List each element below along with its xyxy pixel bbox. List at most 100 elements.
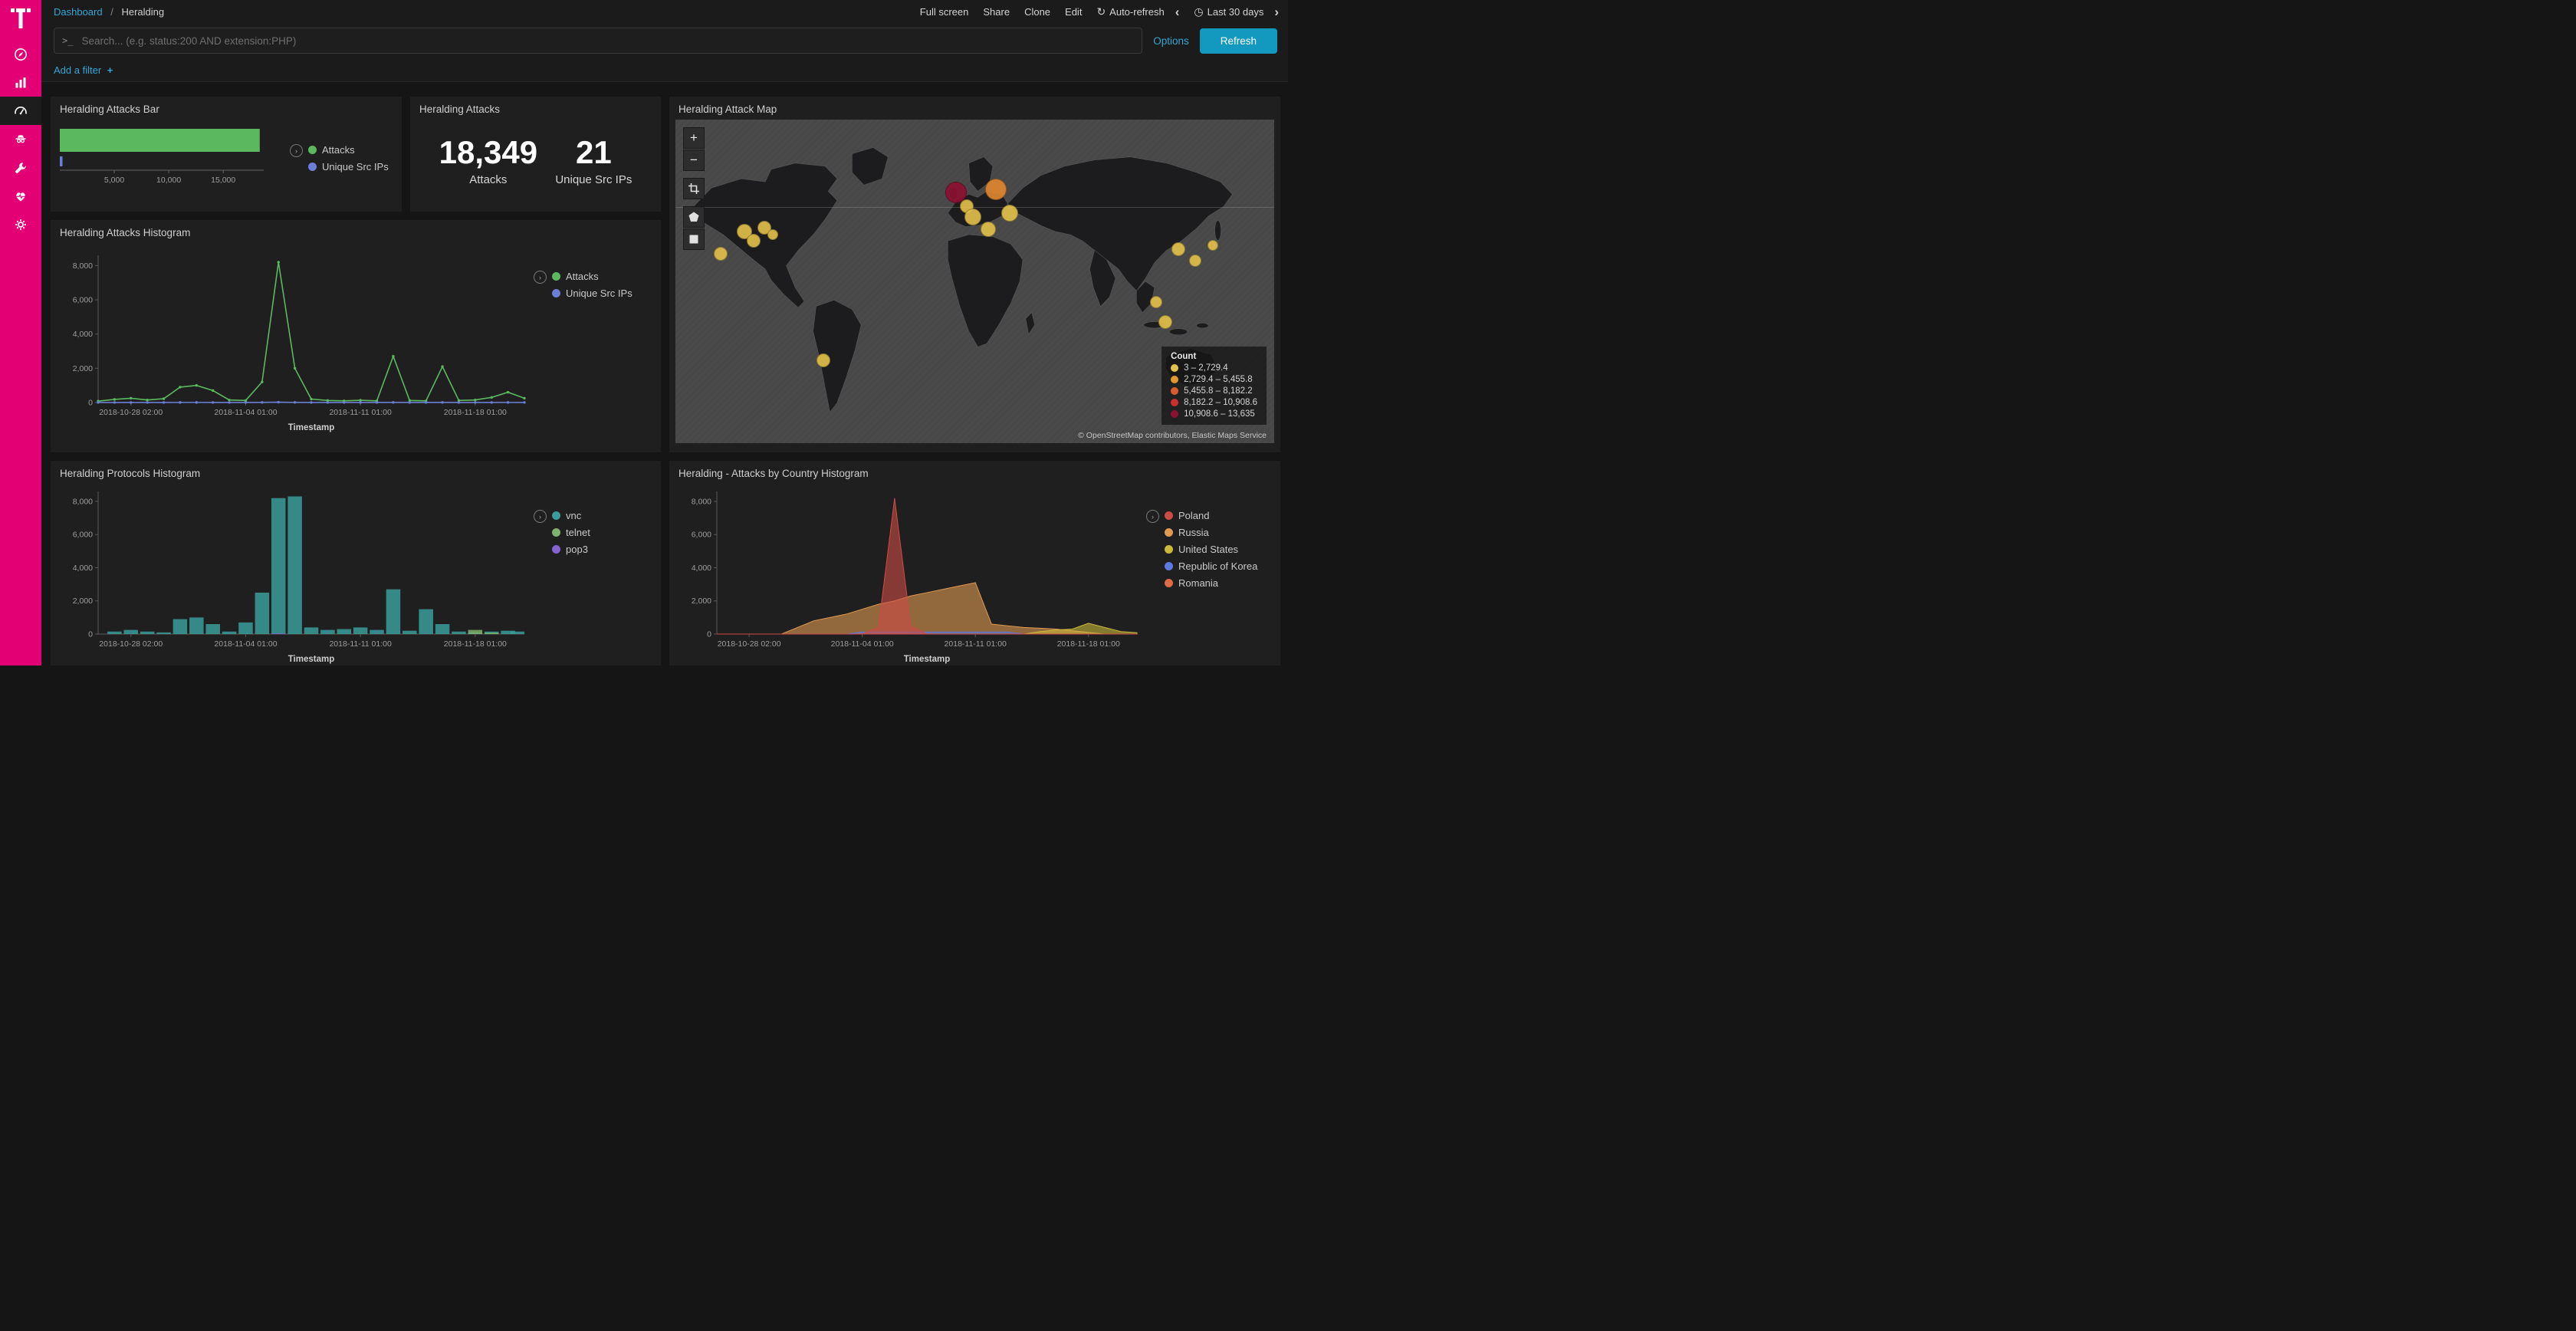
telekom-t-icon: [11, 8, 31, 29]
kibana-dashboard-app: Dashboard / Heralding Full screen Share …: [0, 0, 1288, 666]
attack-marker[interactable]: [747, 234, 761, 248]
legend-swatch: [1165, 579, 1173, 587]
legend-swatch: [1171, 410, 1178, 418]
add-filter-button[interactable]: Add a filter +: [54, 64, 113, 76]
draw-polygon-button[interactable]: [683, 206, 705, 228]
legend-item[interactable]: 3 – 2,729.4: [1171, 363, 1257, 373]
legend-item[interactable]: pop3: [552, 544, 590, 555]
legend-toggle[interactable]: ›: [1146, 510, 1159, 523]
legend-item[interactable]: United States: [1165, 544, 1257, 555]
legend-swatch: [1171, 364, 1178, 372]
polygon-icon: [688, 211, 700, 223]
legend-toggle[interactable]: ›: [534, 510, 547, 523]
sidebar-item-monitoring[interactable]: [0, 182, 41, 210]
sidebar-item-dashboard[interactable]: [0, 97, 41, 125]
legend-label: Attacks: [322, 144, 355, 156]
filter-bar: Add a filter +: [41, 58, 1288, 82]
panel-attacks-by-country-histogram: Heralding - Attacks by Country Histogram…: [669, 461, 1280, 666]
legend-item[interactable]: telnet: [552, 527, 590, 538]
legend-toggle[interactable]: ›: [290, 144, 303, 157]
compass-icon: [13, 47, 28, 62]
legend-label: 8,182.2 – 10,908.6: [1184, 398, 1257, 407]
svg-text:8,000: 8,000: [73, 497, 93, 506]
legend-swatch: [1165, 562, 1173, 570]
breadcrumb-dashboard-link[interactable]: Dashboard: [54, 6, 103, 18]
zoom-out-button[interactable]: −: [683, 150, 705, 171]
sidebar-item-discover[interactable]: [0, 40, 41, 68]
sidebar-item-spy[interactable]: [0, 125, 41, 153]
world-map[interactable]: + − Count: [675, 120, 1274, 443]
attacks-bar-chart: 5,00010,00015,000: [58, 121, 282, 199]
metric-attacks: 18,349 Attacks: [439, 136, 537, 186]
draw-rectangle-button[interactable]: [683, 228, 705, 250]
legend-label: 3 – 2,729.4: [1184, 363, 1228, 373]
legend-item[interactable]: Russia: [1165, 527, 1257, 538]
panel-title: Heralding Attack Map: [669, 97, 1280, 118]
legend-swatch: [1165, 545, 1173, 554]
time-forward-button[interactable]: ›: [1274, 5, 1279, 18]
legend-toggle[interactable]: ›: [534, 271, 547, 284]
attack-marker[interactable]: [981, 222, 996, 237]
legend-swatch: [552, 511, 560, 520]
legend-item[interactable]: Unique Src IPs: [308, 161, 389, 173]
attack-marker[interactable]: [1171, 242, 1185, 256]
fit-bounds-button[interactable]: [683, 178, 705, 199]
auto-refresh-button[interactable]: ↻ Auto-refresh: [1096, 5, 1164, 18]
share-button[interactable]: Share: [983, 6, 1010, 18]
map-legend-items: 3 – 2,729.4 2,729.4 – 5,455.8 5,455.8 – 8,…: [1171, 363, 1257, 419]
legend-item[interactable]: 2,729.4 – 5,455.8: [1171, 375, 1257, 384]
panel-heralding-attack-map: Heralding Attack Map: [669, 97, 1280, 452]
svg-text:5,000: 5,000: [104, 176, 124, 185]
legend-item[interactable]: Republic of Korea: [1165, 560, 1257, 572]
legend-item[interactable]: Attacks: [308, 144, 389, 156]
attack-marker[interactable]: [1208, 240, 1218, 251]
attack-marker[interactable]: [714, 247, 728, 261]
legend: Poland Russia United States Republic of Kor…: [1165, 508, 1257, 594]
attack-marker[interactable]: [1158, 315, 1172, 329]
attack-marker[interactable]: [1001, 205, 1018, 222]
refresh-button[interactable]: Refresh: [1200, 28, 1277, 54]
clone-button[interactable]: Clone: [1024, 6, 1050, 18]
time-range-label: Last 30 days: [1208, 6, 1264, 18]
zoom-in-button[interactable]: +: [683, 127, 705, 149]
legend-label: Romania: [1178, 577, 1218, 589]
legend-item[interactable]: Attacks: [552, 271, 632, 282]
attack-marker[interactable]: [1150, 296, 1162, 308]
legend-item[interactable]: 10,908.6 – 13,635: [1171, 409, 1257, 419]
legend-swatch: [552, 272, 560, 281]
legend-label: 2,729.4 – 5,455.8: [1184, 375, 1253, 384]
legend-item[interactable]: Unique Src IPs: [552, 288, 632, 299]
attack-marker[interactable]: [964, 209, 981, 225]
legend-label: Unique Src IPs: [566, 288, 632, 299]
top-navigation-bar: Dashboard / Heralding Full screen Share …: [41, 0, 1288, 23]
attack-marker[interactable]: [1189, 255, 1201, 267]
attack-marker[interactable]: [985, 179, 1007, 200]
full-screen-button[interactable]: Full screen: [920, 6, 969, 18]
legend-item[interactable]: 8,182.2 – 10,908.6: [1171, 398, 1257, 407]
time-back-button[interactable]: ‹: [1175, 5, 1180, 18]
options-link[interactable]: Options: [1153, 35, 1189, 47]
legend-item[interactable]: Poland: [1165, 510, 1257, 521]
search-input[interactable]: [80, 35, 1134, 48]
sidebar-item-visualize[interactable]: [0, 68, 41, 97]
svg-text:2,000: 2,000: [73, 596, 93, 606]
refresh-icon: ↻: [1096, 5, 1106, 18]
sidebar-item-tools[interactable]: [0, 153, 41, 182]
legend-label: Russia: [1178, 527, 1209, 538]
map-attribution: © OpenStreetMap contributors, Elastic Ma…: [1073, 430, 1272, 441]
legend-item[interactable]: 5,455.8 – 8,182.2: [1171, 386, 1257, 396]
wrench-icon: [13, 160, 28, 176]
gauge-icon: [13, 104, 28, 119]
rectangle-icon: [688, 233, 700, 245]
edit-button[interactable]: Edit: [1065, 6, 1082, 18]
attack-marker[interactable]: [767, 229, 778, 240]
telekom-logo[interactable]: [0, 0, 41, 40]
legend-item[interactable]: Romania: [1165, 577, 1257, 589]
legend-item[interactable]: vnc: [552, 510, 590, 521]
attack-marker[interactable]: [816, 353, 830, 367]
svg-text:2,000: 2,000: [692, 596, 711, 606]
crop-icon: [688, 182, 700, 195]
time-range-picker[interactable]: ◷ Last 30 days: [1194, 5, 1263, 18]
sidebar-item-settings[interactable]: [0, 210, 41, 238]
legend-swatch: [1171, 399, 1178, 406]
